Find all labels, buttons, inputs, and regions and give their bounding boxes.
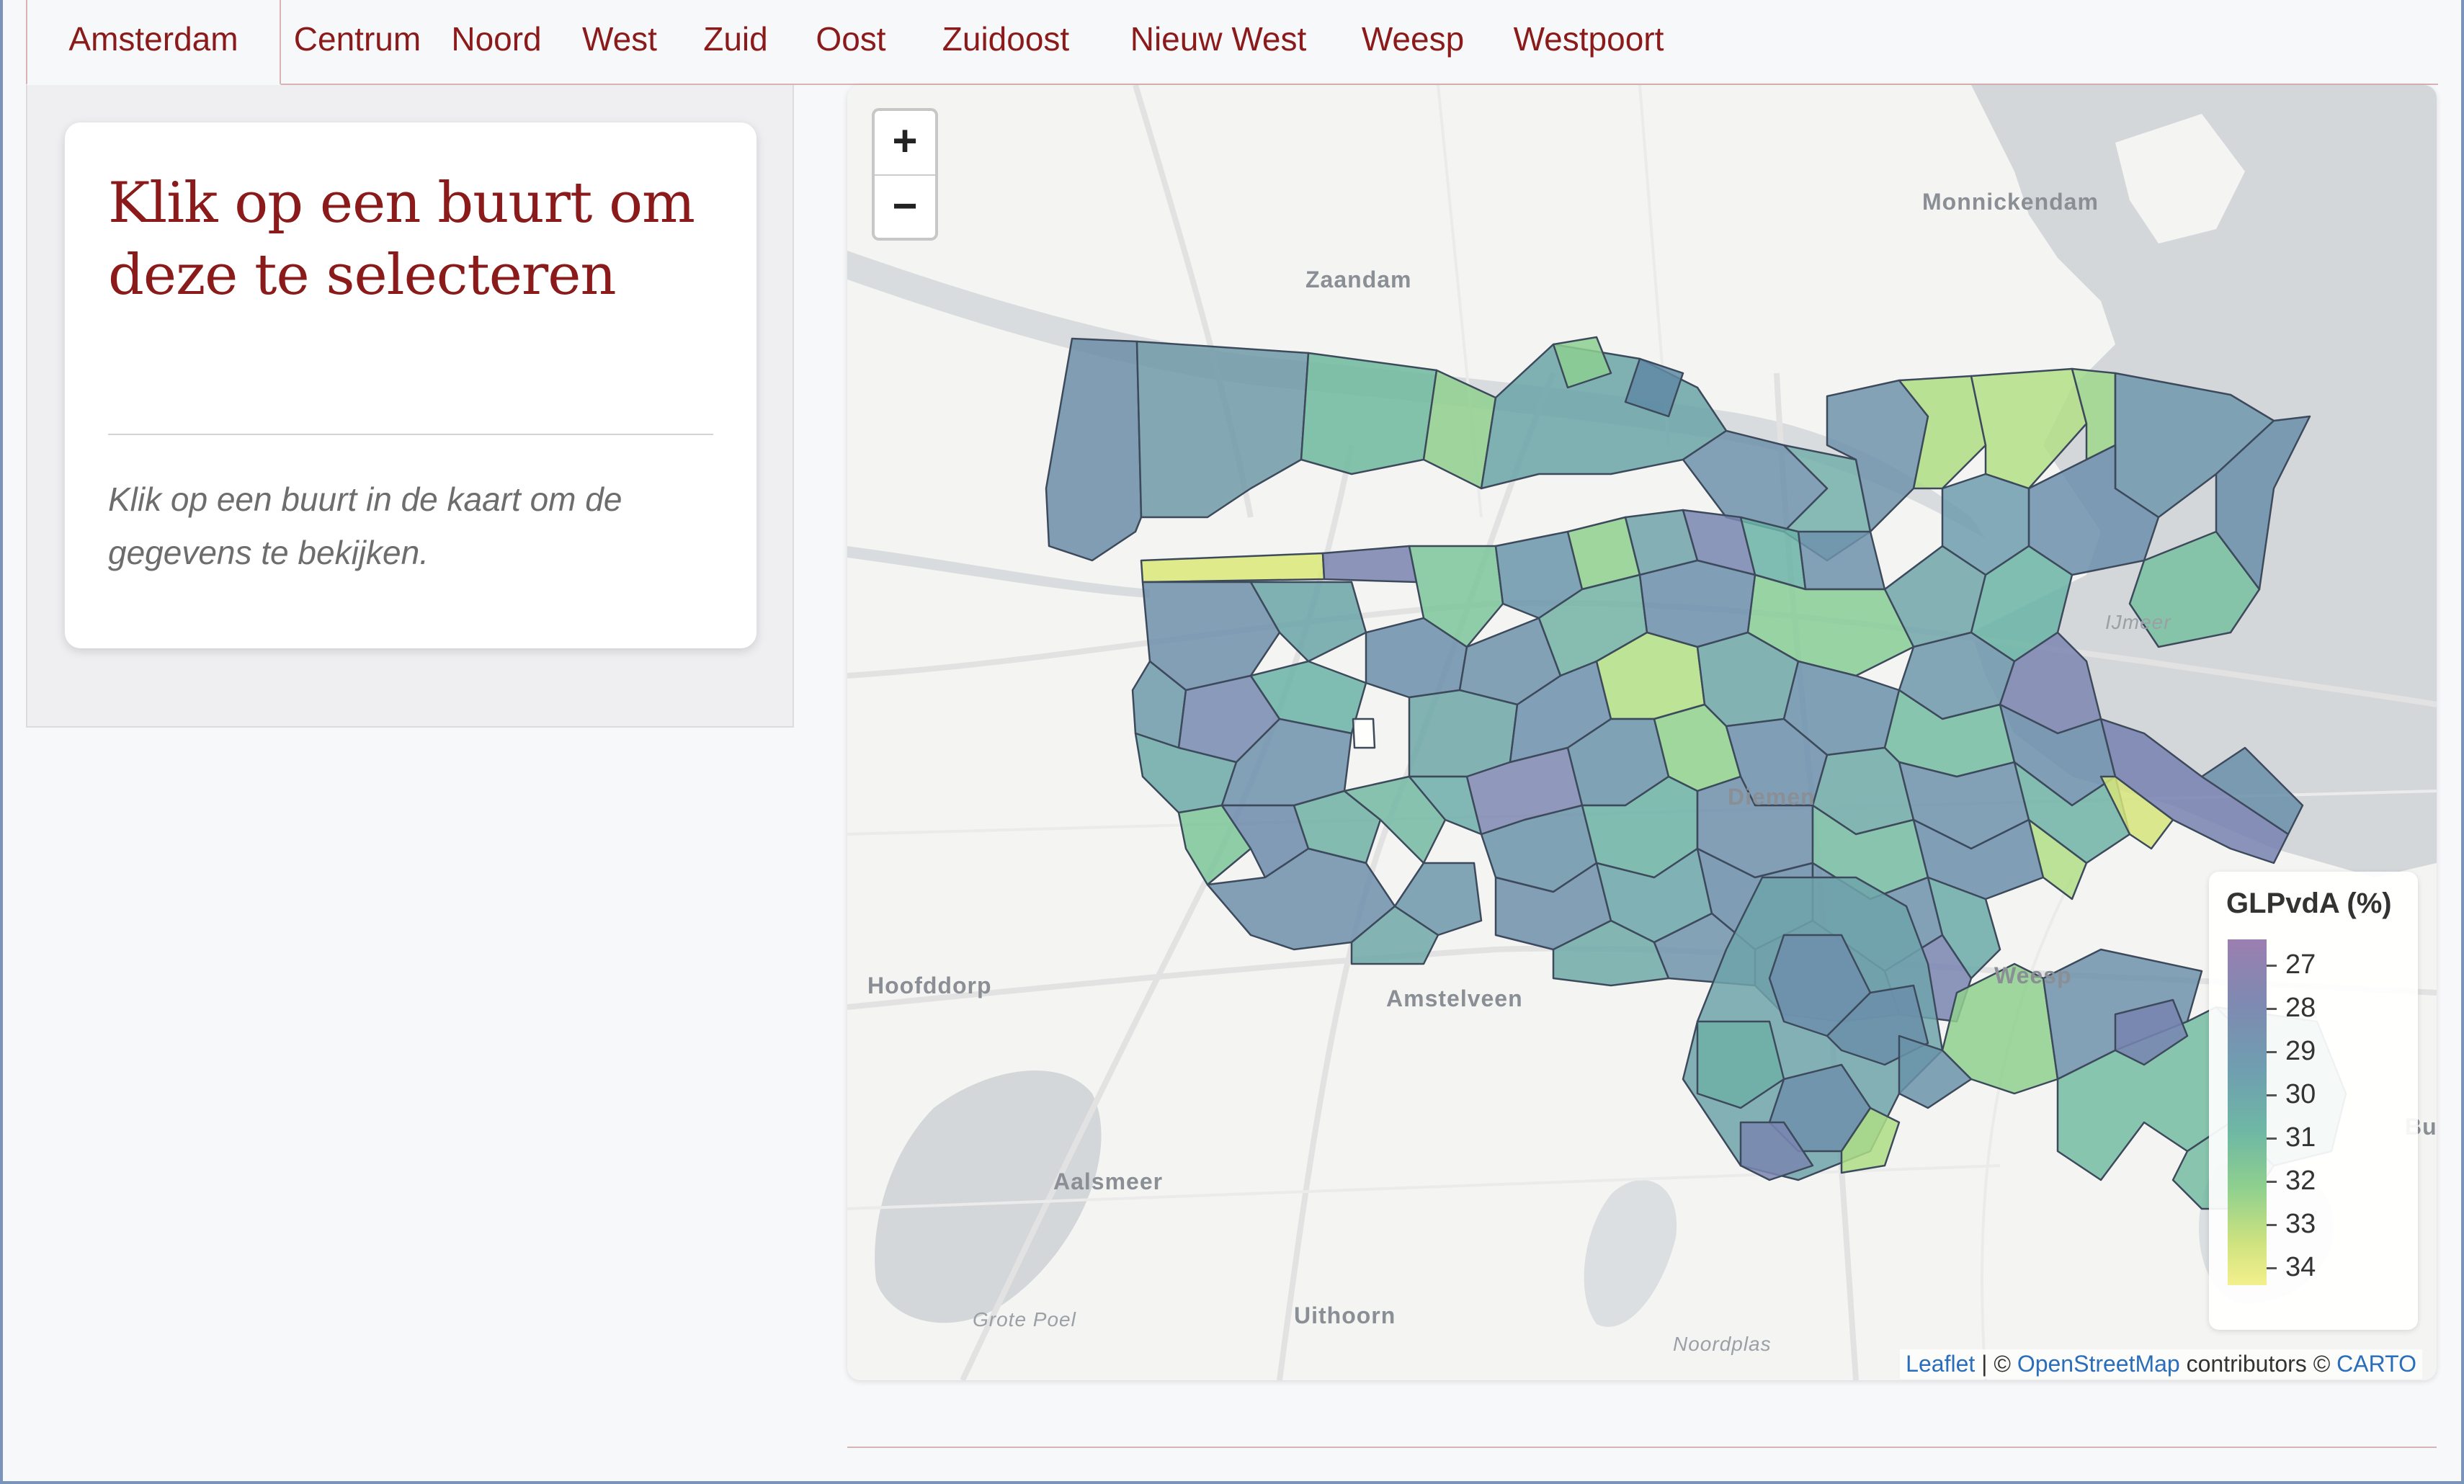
tab-zuidoost[interactable]: Zuidoost xyxy=(912,0,1099,82)
label-ijmeer: IJmeer xyxy=(2105,611,2171,633)
card-divider xyxy=(108,434,713,435)
legend-tick: 32 xyxy=(2267,1166,2316,1197)
buurt[interactable] xyxy=(1045,337,1143,562)
label-amstelveen: Amstelveen xyxy=(1386,985,1523,1011)
tab-west[interactable]: West xyxy=(565,0,674,82)
osm-link[interactable]: OpenStreetMap xyxy=(2017,1351,2180,1377)
lake-uithoorn xyxy=(1584,1180,1677,1327)
tab-oost[interactable]: Oost xyxy=(797,0,905,82)
buurt[interactable] xyxy=(1135,340,1310,519)
buurt[interactable] xyxy=(1797,530,1886,591)
legend-tick: 28 xyxy=(2267,993,2316,1024)
card-title: Klik op een buurt om deze te selecteren xyxy=(108,171,695,308)
label-weesp: Weesp xyxy=(1994,962,2072,988)
label-noordplas: Noordplas xyxy=(1673,1333,1772,1355)
sidebar-panel: Klik op een buurt om deze te selecteren … xyxy=(26,85,794,728)
label-grote-poel: Grote Poel xyxy=(973,1308,1076,1331)
legend-tick: 33 xyxy=(2267,1209,2316,1240)
legend-title: GLPvdA (%) xyxy=(2226,888,2392,919)
attribution-sep: | © xyxy=(1975,1351,2017,1377)
district-tabs: Amsterdam Centrum Noord West Zuid Oost Z… xyxy=(26,0,2438,85)
neighbourhood-polygons xyxy=(1045,336,2347,1210)
carto-link[interactable]: CARTO xyxy=(2336,1351,2416,1377)
tab-amsterdam[interactable]: Amsterdam xyxy=(26,0,281,85)
water-canal xyxy=(847,546,1150,598)
label-diemen: Diemen xyxy=(1728,784,1816,810)
label-uithoorn: Uithoorn xyxy=(1294,1302,1396,1328)
page-frame-bottom xyxy=(0,1481,2464,1484)
buurt[interactable] xyxy=(1408,689,1519,778)
page-frame-right xyxy=(2461,0,2464,1484)
lake-grote-poel xyxy=(875,1070,1102,1323)
tab-weesp[interactable]: Weesp xyxy=(1342,0,1484,82)
legend-tick: 30 xyxy=(2267,1079,2316,1110)
choropleth-map[interactable]: + − Zaandam Monnickendam IJmeer Diemen H… xyxy=(847,85,2437,1380)
map-attribution: Leaflet | © OpenStreetMap contributors ©… xyxy=(1900,1349,2422,1379)
buurt[interactable] xyxy=(1638,559,1757,648)
tab-centrum[interactable]: Centrum xyxy=(285,0,429,82)
bottom-divider xyxy=(847,1447,2437,1448)
no-data-area xyxy=(1352,718,1376,749)
tab-nieuw-west[interactable]: Nieuw West xyxy=(1107,0,1330,82)
tab-noord[interactable]: Noord xyxy=(435,0,558,82)
legend-tick: 27 xyxy=(2267,949,2316,980)
zoom-control: + − xyxy=(872,108,938,241)
tab-westpoort[interactable]: Westpoort xyxy=(1491,0,1686,82)
leaflet-link[interactable]: Leaflet xyxy=(1906,1351,1975,1377)
buurt[interactable] xyxy=(1140,552,1326,584)
label-aalsmeer: Aalsmeer xyxy=(1053,1168,1164,1194)
label-zaandam: Zaandam xyxy=(1305,267,1412,292)
zoom-out-button[interactable]: − xyxy=(875,176,935,239)
page-frame-left xyxy=(0,0,3,1484)
legend-tick: 29 xyxy=(2267,1036,2316,1067)
tab-zuid[interactable]: Zuid xyxy=(682,0,790,82)
legend-tick: 31 xyxy=(2267,1122,2316,1153)
info-card: Klik op een buurt om deze te selecteren … xyxy=(65,122,756,648)
zoom-in-button[interactable]: + xyxy=(875,111,935,176)
card-instruction: Klik op een buurt in de kaart om de gege… xyxy=(108,480,622,571)
map-legend: GLPvdA (%) 27 28 29 30 31 32 33 34 xyxy=(2209,872,2418,1330)
buurt[interactable] xyxy=(1321,545,1418,584)
label-monnickendam: Monnickendam xyxy=(1922,189,2099,215)
buurt[interactable] xyxy=(1300,352,1438,475)
label-hoofddorp: Hoofddorp xyxy=(867,973,992,998)
legend-color-ramp xyxy=(2228,939,2267,1285)
legend-tick: 34 xyxy=(2267,1252,2316,1283)
attribution-contributors: contributors © xyxy=(2179,1351,2337,1377)
